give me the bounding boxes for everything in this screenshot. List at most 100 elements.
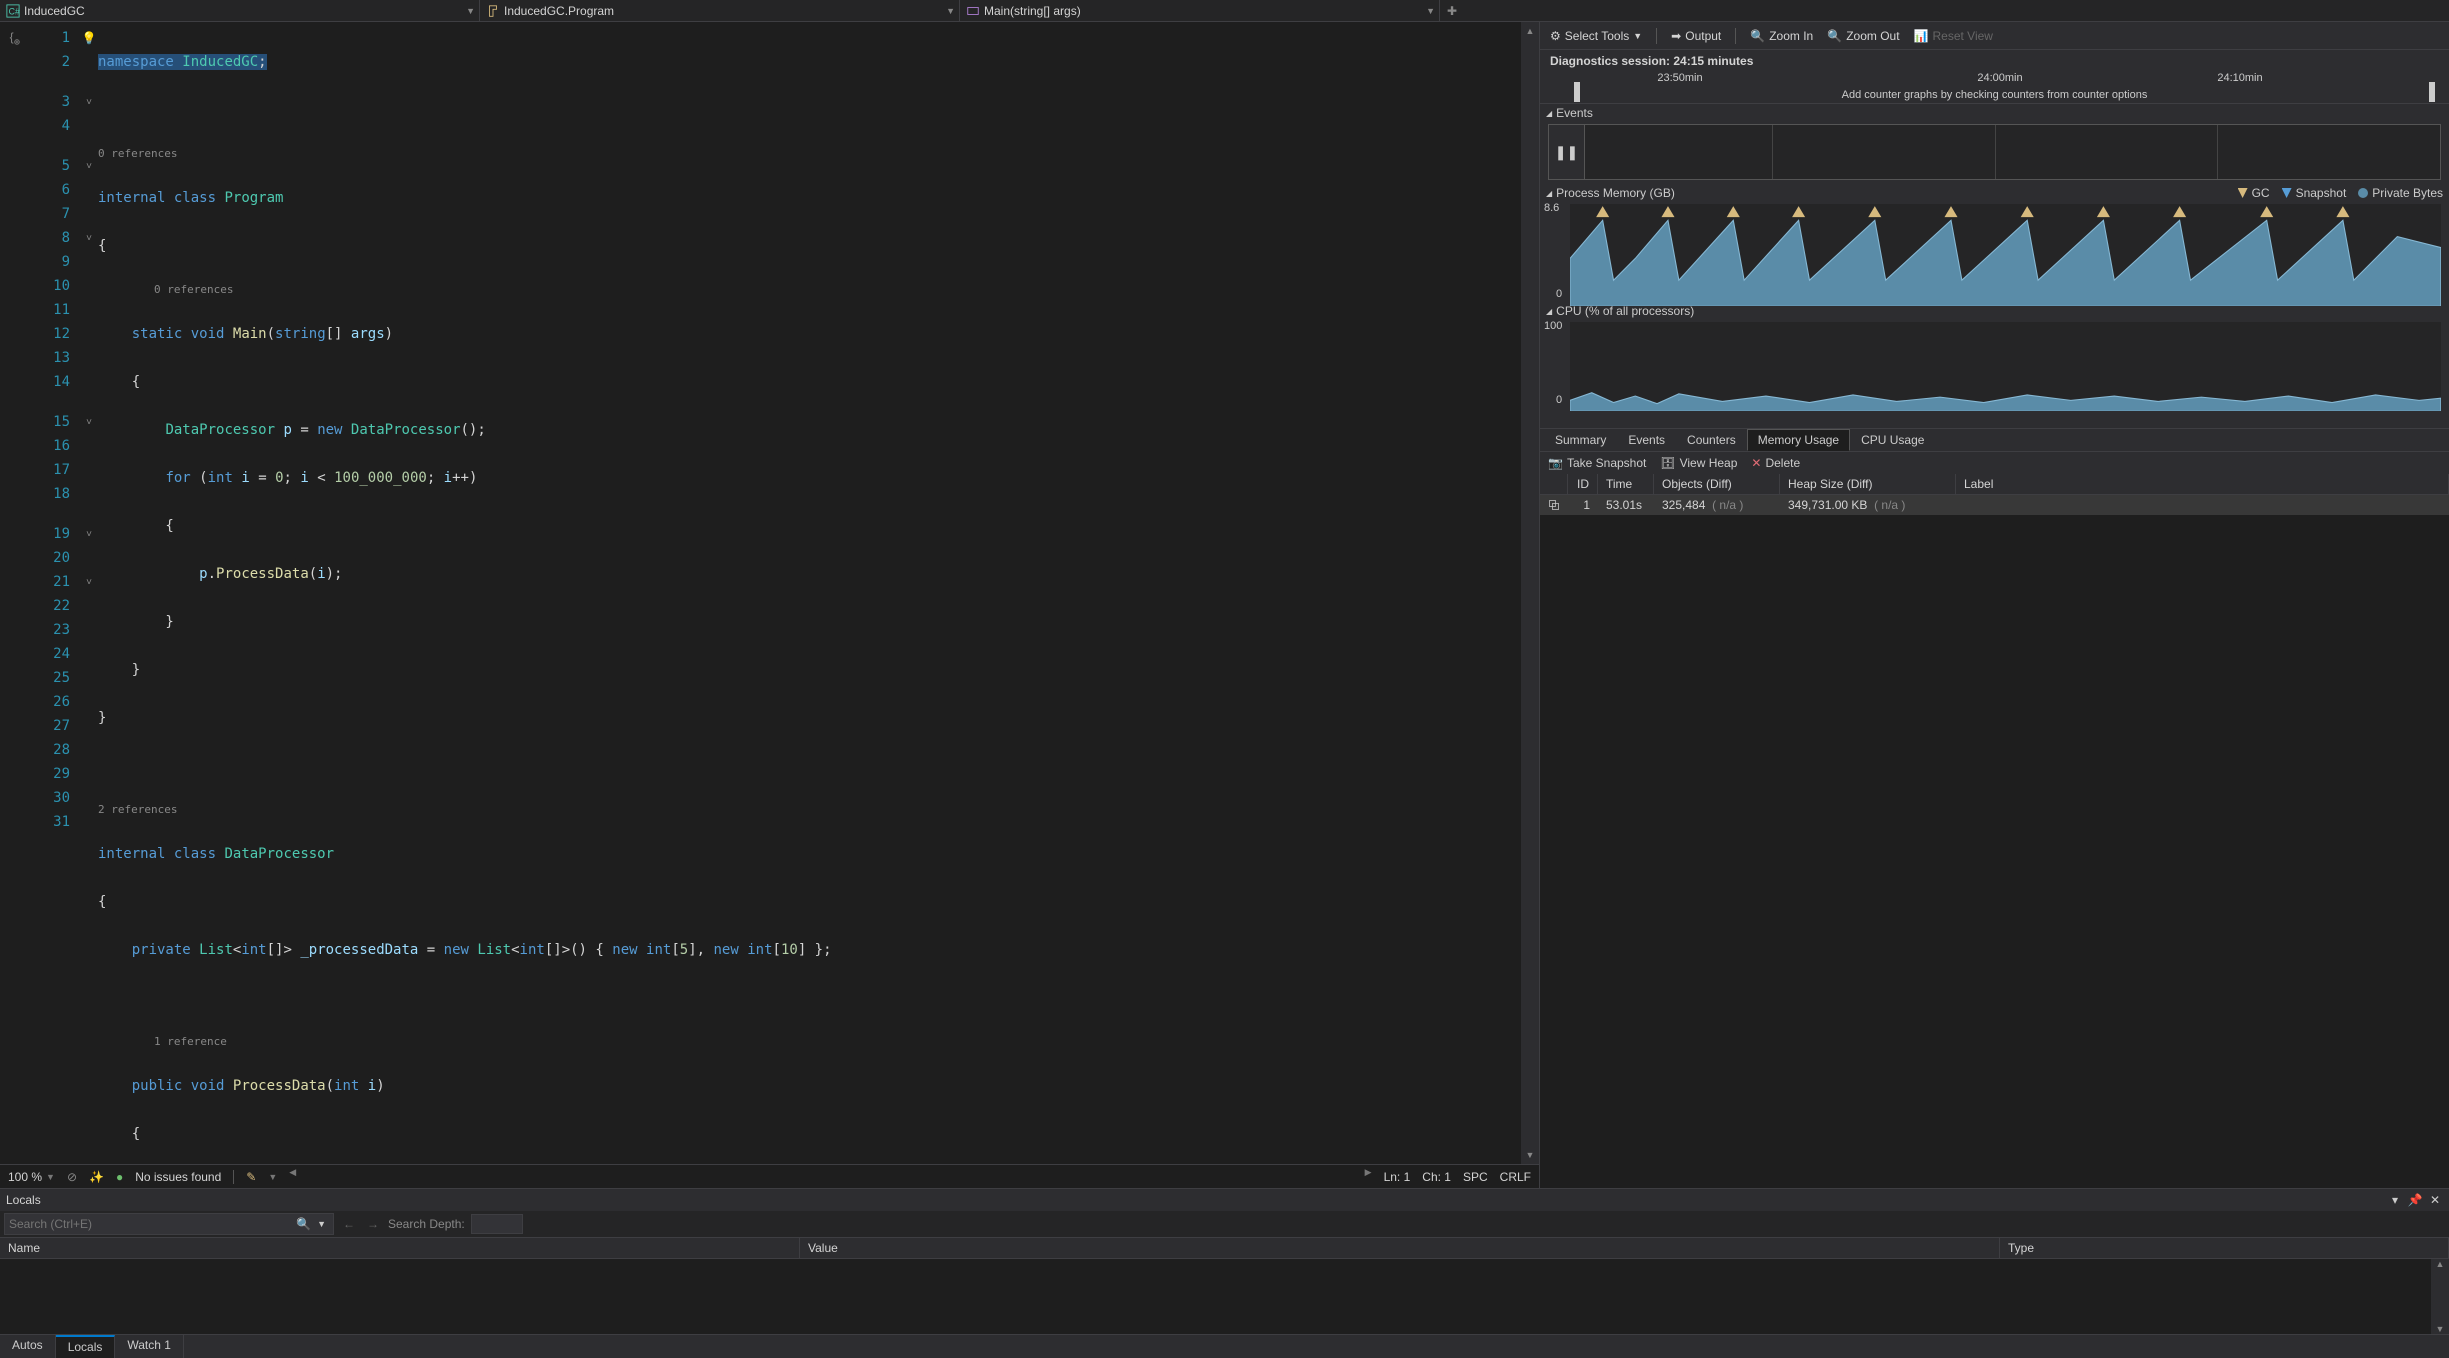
fold-toggle[interactable]: ˅	[86, 161, 92, 172]
zoom-out-icon: 🔍	[1827, 29, 1842, 43]
ruler-label: 24:10min	[2217, 72, 2262, 84]
reset-view-button[interactable]: 📊 Reset View	[1914, 29, 1993, 43]
diagnostics-panel: ⚙ Select Tools ▼ ➡ Output 🔍 Zoom In 🔍 Zo…	[1539, 22, 2449, 1188]
tab-events[interactable]: Events	[1617, 429, 1676, 451]
method-icon	[966, 4, 980, 18]
zoom-level[interactable]: 100 % ▼	[8, 1170, 55, 1184]
horizontal-scrollbar[interactable]: ◀ ▶	[289, 1171, 1371, 1183]
col-name[interactable]: Name	[0, 1238, 800, 1258]
delete-snapshot-button[interactable]: ✕ Delete	[1751, 456, 1800, 470]
col-value[interactable]: Value	[800, 1238, 2000, 1258]
codelens-references[interactable]: 0 references	[98, 282, 1521, 298]
indent-mode[interactable]: SPC	[1463, 1170, 1488, 1184]
search-depth-combo[interactable]	[471, 1214, 523, 1234]
time-ruler[interactable]: 23:50min 24:00min 24:10min Add counter g…	[1540, 72, 2449, 104]
editor-vertical-scrollbar[interactable]: ▲ ▼	[1521, 22, 1539, 1164]
issues-status[interactable]: No issues found	[135, 1170, 221, 1184]
memory-section-header[interactable]: ◢ Process Memory (GB) GC Snapshot Privat…	[1540, 184, 2449, 202]
pen-icon[interactable]: ✎	[246, 1170, 256, 1184]
tab-memory-usage[interactable]: Memory Usage	[1747, 429, 1850, 451]
pause-events-button[interactable]: ❚❚	[1549, 125, 1585, 179]
cursor-char[interactable]: Ch: 1	[1422, 1170, 1451, 1184]
output-button[interactable]: ➡ Output	[1671, 29, 1721, 43]
take-snapshot-button[interactable]: 📷 Take Snapshot	[1548, 456, 1646, 470]
error-indicator-icon[interactable]: ⊘	[67, 1170, 77, 1184]
search-next-button[interactable]: →	[364, 1217, 382, 1231]
y-axis-min: 0	[1556, 288, 1562, 300]
events-section-header[interactable]: ◢ Events	[1540, 104, 2449, 122]
split-editor-button[interactable]: ✚	[1440, 0, 1464, 21]
zoom-in-icon: 🔍	[1750, 29, 1765, 43]
session-duration: Diagnostics session: 24:15 minutes	[1540, 50, 2449, 72]
tab-counters[interactable]: Counters	[1676, 429, 1747, 451]
snapshot-id: 1	[1568, 495, 1598, 515]
diagnostics-toolbar: ⚙ Select Tools ▼ ➡ Output 🔍 Zoom In 🔍 Zo…	[1540, 22, 2449, 50]
view-heap-button[interactable]: 🗄 View Heap	[1660, 456, 1737, 470]
nav-method-dropdown[interactable]: Main(string[] args) ▼	[960, 0, 1440, 21]
snapshot-objects: 325,484 ( n/a )	[1654, 495, 1780, 515]
pin-icon[interactable]: 📌	[2407, 1192, 2423, 1208]
events-graph[interactable]: ❚❚	[1548, 124, 2441, 180]
y-axis-min: 0	[1556, 394, 1562, 406]
fold-toggle[interactable]: ˅	[86, 97, 92, 108]
locals-search-input[interactable]: 🔍 ▼	[4, 1213, 334, 1235]
snapshot-label[interactable]	[1956, 495, 2449, 515]
pause-icon: ❚❚	[1555, 144, 1578, 161]
window-position-icon[interactable]: ▾	[2387, 1192, 2403, 1208]
col-label[interactable]: Label	[1956, 474, 2449, 494]
lightbulb-suggestions-icon[interactable]: ✨	[89, 1170, 104, 1184]
fold-toggle[interactable]: ˅	[86, 233, 92, 244]
select-tools-button[interactable]: ⚙ Select Tools ▼	[1550, 29, 1642, 43]
search-depth-label: Search Depth:	[388, 1217, 465, 1231]
col-time[interactable]: Time	[1598, 474, 1654, 494]
zoom-out-button[interactable]: 🔍 Zoom Out	[1827, 29, 1899, 43]
cursor-line[interactable]: Ln: 1	[1384, 1170, 1411, 1184]
col-objects[interactable]: Objects (Diff)	[1654, 474, 1780, 494]
zoom-in-button[interactable]: 🔍 Zoom In	[1750, 29, 1813, 43]
scroll-up-arrow[interactable]: ▲	[1521, 22, 1539, 40]
legend-gc: GC	[2238, 186, 2270, 200]
locals-table-body[interactable]: ▲ ▼	[0, 1259, 2449, 1334]
snapshot-toolbar: 📷 Take Snapshot 🗄 View Heap ✕ Delete	[1540, 452, 2449, 474]
triangle-down-icon: ◢	[1546, 307, 1552, 316]
csharp-file-icon: C#	[6, 4, 20, 18]
nav-class-dropdown[interactable]: InducedGC.Program ▼	[480, 0, 960, 21]
tab-locals[interactable]: Locals	[56, 1335, 116, 1358]
chevron-down-icon[interactable]: ▼	[314, 1219, 329, 1229]
codelens-references[interactable]: 2 references	[98, 802, 1521, 818]
search-field[interactable]	[9, 1217, 293, 1231]
lightbulb-icon[interactable]: 💡	[82, 31, 97, 45]
code-editor: {⊕ 1 2 3 4 5 6 7 8 9 10 11 12	[0, 22, 1539, 1188]
tab-cpu-usage[interactable]: CPU Usage	[1850, 429, 1935, 451]
close-icon[interactable]: ✕	[2427, 1192, 2443, 1208]
editor-status-bar: 100 % ▼ ⊘ ✨ ● No issues found ✎ ▼ ◀ ▶ Ln…	[0, 1164, 1539, 1188]
search-icon[interactable]: 🔍	[293, 1217, 314, 1231]
nav-namespace-dropdown[interactable]: C# InducedGC ▼	[0, 0, 480, 21]
chevron-down-icon: ▼	[1426, 6, 1435, 16]
legend-private-bytes: Private Bytes	[2358, 186, 2443, 200]
fold-toggle[interactable]: ˅	[86, 529, 92, 540]
arrow-right-box-icon: ➡	[1671, 29, 1681, 43]
memory-graph[interactable]: 8.6 0 8.6 0	[1570, 204, 2441, 298]
search-prev-button[interactable]: ←	[340, 1217, 358, 1231]
col-type[interactable]: Type	[2000, 1238, 2449, 1258]
col-id[interactable]: ID	[1568, 474, 1598, 494]
locals-scrollbar[interactable]: ▲ ▼	[2431, 1259, 2449, 1334]
ruler-hint: Add counter graphs by checking counters …	[1540, 89, 2449, 101]
line-numbers: 1 2 3 4 5 6 7 8 9 10 11 12 13 14	[30, 22, 80, 1164]
code-text[interactable]: namespace InducedGC; 0 references intern…	[98, 22, 1521, 1164]
tab-summary[interactable]: Summary	[1544, 429, 1617, 451]
codelens-references[interactable]: 1 reference	[98, 1034, 1521, 1050]
snapshot-row[interactable]: 1 53.01s 325,484 ( n/a ) 349,731.00 KB (…	[1540, 495, 2449, 515]
cpu-graph[interactable]: 100 0 100 0	[1570, 322, 2441, 404]
tab-watch1[interactable]: Watch 1	[115, 1335, 184, 1358]
fold-toggle[interactable]: ˅	[86, 417, 92, 428]
col-heap-size[interactable]: Heap Size (Diff)	[1780, 474, 1956, 494]
line-ending[interactable]: CRLF	[1500, 1170, 1531, 1184]
codelens-references[interactable]: 0 references	[98, 146, 1521, 162]
chevron-down-icon[interactable]: ▼	[268, 1172, 277, 1182]
tab-autos[interactable]: Autos	[0, 1335, 56, 1358]
fold-toggle[interactable]: ˅	[86, 577, 92, 588]
scroll-down-arrow[interactable]: ▼	[1521, 1146, 1539, 1164]
fold-gutter: 💡 ˅ ˅ ˅ ˅	[80, 22, 98, 1164]
